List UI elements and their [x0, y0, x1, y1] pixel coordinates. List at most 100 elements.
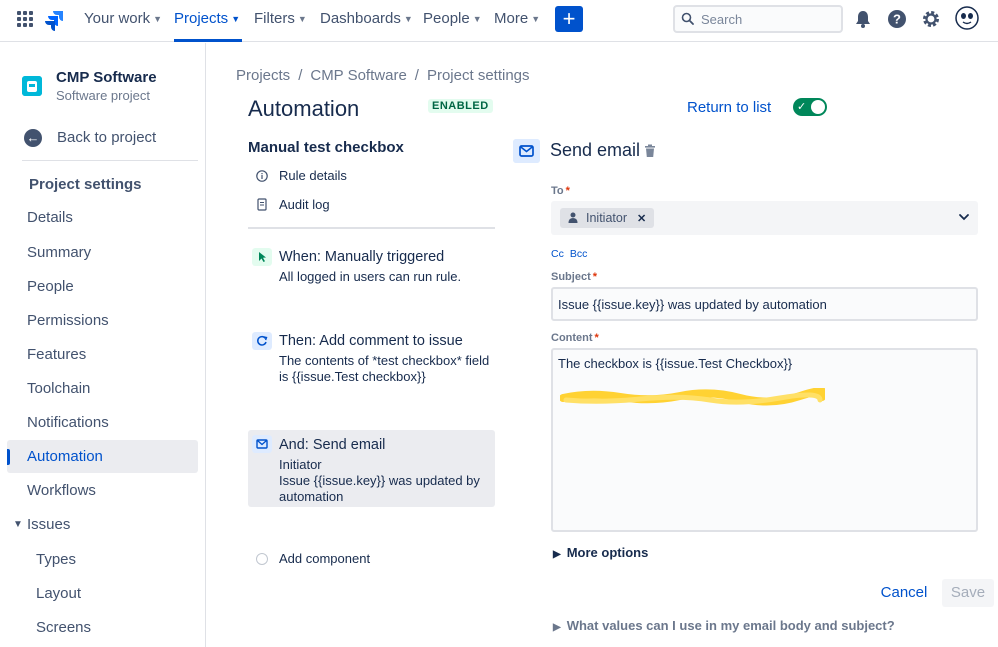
- nav-label: People: [423, 10, 470, 27]
- sidebar-item-summary[interactable]: Summary: [7, 236, 198, 269]
- subject-input[interactable]: [551, 287, 978, 321]
- page-title: Automation: [248, 96, 360, 121]
- sidebar-item-notifications[interactable]: Notifications: [7, 406, 198, 439]
- step-description: All logged in users can run rule.: [279, 269, 462, 284]
- person-icon: [568, 212, 578, 223]
- subject-label: Subject *: [551, 271, 598, 283]
- chevron-down-icon: ▼: [472, 14, 482, 24]
- breadcrumb-separator: /: [298, 67, 303, 84]
- sidebar-item-screens[interactable]: Screens: [7, 611, 198, 644]
- email-action-icon: [252, 435, 272, 453]
- return-to-list-link[interactable]: Return to list: [687, 99, 771, 116]
- breadcrumb-projects[interactable]: Projects: [236, 67, 290, 84]
- sidebar-item-workflows[interactable]: Workflows: [7, 474, 198, 507]
- nav-your-work[interactable]: Your work ▼: [84, 0, 162, 42]
- arrow-left-icon: ←: [24, 129, 42, 147]
- project-type: Software project: [56, 88, 150, 103]
- chevron-down-icon: ▼: [531, 14, 541, 24]
- search-box[interactable]: [673, 5, 843, 33]
- search-input[interactable]: [701, 10, 836, 28]
- sidebar-item-types[interactable]: Types: [7, 543, 198, 576]
- chevron-down-icon: ▼: [153, 14, 163, 24]
- chevron-down-icon: ▼: [231, 14, 241, 24]
- step-title: Then: Add comment to issue: [279, 333, 463, 349]
- sidebar-item-issues[interactable]: ▼ Issues: [7, 508, 198, 541]
- label-text: Subject: [551, 271, 591, 283]
- svg-text:?: ?: [893, 12, 901, 27]
- audit-log-label: Audit log: [279, 197, 330, 212]
- cancel-button[interactable]: Cancel: [873, 580, 935, 606]
- bcc-link[interactable]: Bcc: [570, 248, 588, 260]
- nav-people[interactable]: People ▼: [423, 0, 482, 42]
- status-badge: ENABLED: [428, 99, 493, 113]
- chevron-down-icon: [959, 214, 969, 221]
- breadcrumb: Projects / CMP Software / Project settings: [236, 67, 530, 84]
- chevron-down-icon: ▼: [297, 14, 307, 24]
- cursor-trigger-icon: [252, 248, 272, 266]
- remove-chip-icon[interactable]: ✕: [637, 213, 646, 225]
- chevron-right-icon: ▶: [553, 549, 561, 560]
- search-icon: [681, 12, 694, 25]
- rule-details-label: Rule details: [279, 168, 347, 183]
- nav-label: Your work: [84, 10, 151, 27]
- content-textarea[interactable]: The checkbox is {{issue.Test Checkbox}}: [551, 348, 978, 532]
- nav-label: Filters: [254, 10, 295, 27]
- document-icon: [257, 198, 267, 211]
- nav-more[interactable]: More ▼: [494, 0, 540, 42]
- back-label: Back to project: [57, 129, 157, 146]
- more-options-toggle[interactable]: ▶ More options: [553, 545, 648, 560]
- back-to-project-link[interactable]: ← Back to project: [24, 128, 204, 150]
- sidebar-item-details[interactable]: Details: [7, 201, 198, 234]
- nav-label: Dashboards: [320, 10, 401, 27]
- create-button[interactable]: +: [555, 6, 583, 32]
- rule-step-trigger[interactable]: When: Manually triggered All logged in u…: [248, 243, 495, 287]
- help-icon[interactable]: ?: [886, 8, 908, 30]
- cc-bcc-links: Cc Bcc: [551, 248, 593, 260]
- app-switcher-icon[interactable]: [17, 11, 35, 29]
- rule-name: Manual test checkbox: [248, 139, 404, 156]
- redaction-scribble: [560, 388, 825, 406]
- rule-step-add-comment[interactable]: Then: Add comment to issue The contents …: [248, 327, 495, 389]
- form-title: Send email: [550, 140, 641, 160]
- nav-label: Projects: [174, 10, 229, 27]
- trash-icon[interactable]: [644, 144, 656, 158]
- sidebar-item-people[interactable]: People: [7, 270, 198, 303]
- step-title: And: Send email: [279, 437, 386, 453]
- nav-filters[interactable]: Filters ▼: [254, 0, 307, 42]
- chevron-right-icon: ▶: [553, 622, 561, 633]
- sidebar-item-automation[interactable]: Automation: [7, 440, 198, 473]
- settings-icon[interactable]: [920, 8, 942, 30]
- recipient-chip-label: Initiator: [586, 211, 627, 225]
- notifications-icon[interactable]: [852, 8, 874, 30]
- sidebar-item-features[interactable]: Features: [7, 338, 198, 371]
- jira-logo-icon[interactable]: [45, 9, 65, 31]
- project-avatar-icon: [22, 76, 42, 96]
- sidebar-item-label: Issues: [27, 516, 71, 533]
- help-expander[interactable]: ▶ What values can I use in my email body …: [553, 618, 895, 633]
- add-circle-icon: [256, 553, 268, 565]
- rule-enabled-toggle[interactable]: ✓: [793, 98, 827, 116]
- sidebar-item-layout[interactable]: Layout: [7, 577, 198, 610]
- breadcrumb-project-settings[interactable]: Project settings: [427, 67, 530, 84]
- project-name: CMP Software: [56, 69, 157, 86]
- to-recipient-select[interactable]: Initiator ✕: [551, 201, 978, 235]
- step-title: When: Manually triggered: [279, 249, 445, 265]
- recipient-chip: Initiator ✕: [560, 208, 655, 228]
- nav-projects[interactable]: Projects ▼: [174, 0, 243, 42]
- breadcrumb-cmp-software[interactable]: CMP Software: [310, 67, 406, 84]
- cc-link[interactable]: Cc: [551, 248, 564, 260]
- info-icon: [256, 170, 268, 182]
- rule-step-send-email[interactable]: And: Send email Initiator Issue {{issue.…: [248, 430, 495, 507]
- label-text: Content: [551, 332, 593, 344]
- sidebar-item-permissions[interactable]: Permissions: [7, 304, 198, 337]
- project-sidebar: CMP Software Software project ← Back to …: [0, 43, 206, 647]
- check-icon: ✓: [797, 101, 807, 113]
- nav-dashboards[interactable]: Dashboards ▼: [320, 0, 413, 42]
- label-text: To: [551, 185, 564, 197]
- chevron-down-icon: ▼: [13, 519, 23, 530]
- sidebar-item-toolchain[interactable]: Toolchain: [7, 372, 198, 405]
- content-label: Content *: [551, 332, 599, 344]
- save-button[interactable]: Save: [942, 579, 994, 607]
- user-avatar-icon[interactable]: [955, 6, 979, 30]
- divider: [248, 227, 495, 229]
